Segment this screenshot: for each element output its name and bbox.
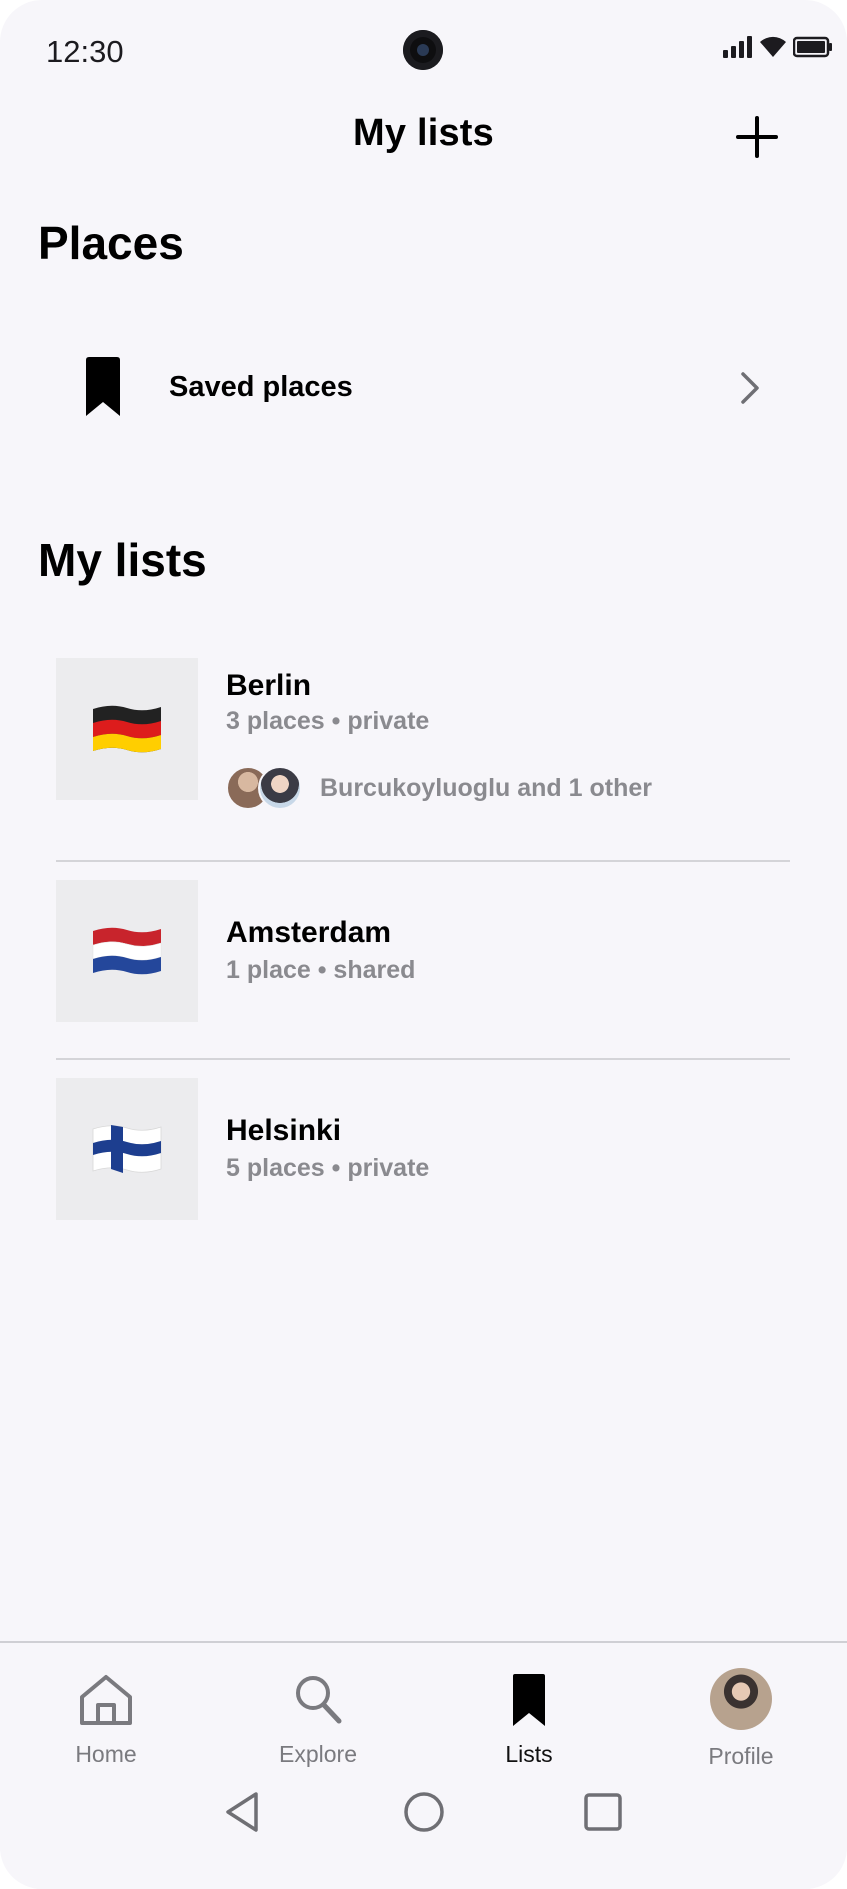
finland-flag [92,1125,162,1173]
add-list-button[interactable] [730,110,784,164]
wifi-icon [760,36,786,57]
system-navigation [0,1790,847,1850]
list-title: Helsinki [226,1114,342,1147]
home-icon [80,1675,132,1725]
collaborators-text: Burcukoyluoglu and 1 other [320,774,652,802]
nav-home-label: Home [75,1741,137,1767]
bookmark-icon [86,357,120,416]
page-title: My lists [353,112,494,154]
bookmark-icon [513,1674,545,1726]
phone-screen: 12:30 My lists Places Saved places My li… [0,0,847,1889]
battery-icon [793,36,832,58]
lists-section-title: My lists [38,534,207,586]
list-title: Amsterdam [226,916,392,949]
divider [56,1058,790,1060]
avatar [258,766,302,810]
home-circle-icon[interactable] [402,1790,446,1834]
list-item-helsinki[interactable]: Helsinki 5 places • private [56,1078,790,1220]
search-icon [296,1676,342,1724]
germany-flag [93,705,161,753]
nav-explore-label: Explore [279,1741,357,1767]
nav-lists[interactable]: Lists [454,1673,604,1773]
nav-profile-label: Profile [708,1743,774,1769]
nav-profile[interactable]: Profile [666,1668,816,1773]
places-section-title: Places [38,217,184,269]
list-title: Berlin [226,669,312,702]
signal-icon [723,36,752,58]
list-item-amsterdam[interactable]: Amsterdam 1 place • shared [56,880,790,1022]
list-thumbnail [56,1078,198,1220]
nav-home[interactable]: Home [31,1673,181,1773]
status-time: 12:30 [46,34,124,69]
chevron-right-icon [741,372,759,404]
back-icon[interactable] [222,1790,262,1834]
list-item-berlin[interactable]: Berlin 3 places • private Burcukoyluoglu… [56,658,790,810]
avatar [710,1668,772,1730]
bottom-navigation: Home Explore Lists Profile [0,1641,847,1889]
nav-lists-label: Lists [505,1741,553,1767]
list-thumbnail [56,880,198,1022]
collaborator-avatars [226,766,306,810]
list-meta: 1 place • shared [226,956,416,984]
status-icons [723,36,833,58]
recents-icon[interactable] [583,1790,623,1834]
list-meta: 5 places • private [226,1154,430,1182]
list-thumbnail [56,658,198,800]
nav-explore[interactable]: Explore [243,1673,393,1773]
list-meta: 3 places • private [226,707,430,735]
saved-places-row[interactable]: Saved places [56,340,776,436]
front-camera [403,30,443,70]
plus-icon [736,116,778,158]
netherlands-flag [92,927,162,975]
saved-places-label: Saved places [169,371,353,403]
divider [56,860,790,862]
